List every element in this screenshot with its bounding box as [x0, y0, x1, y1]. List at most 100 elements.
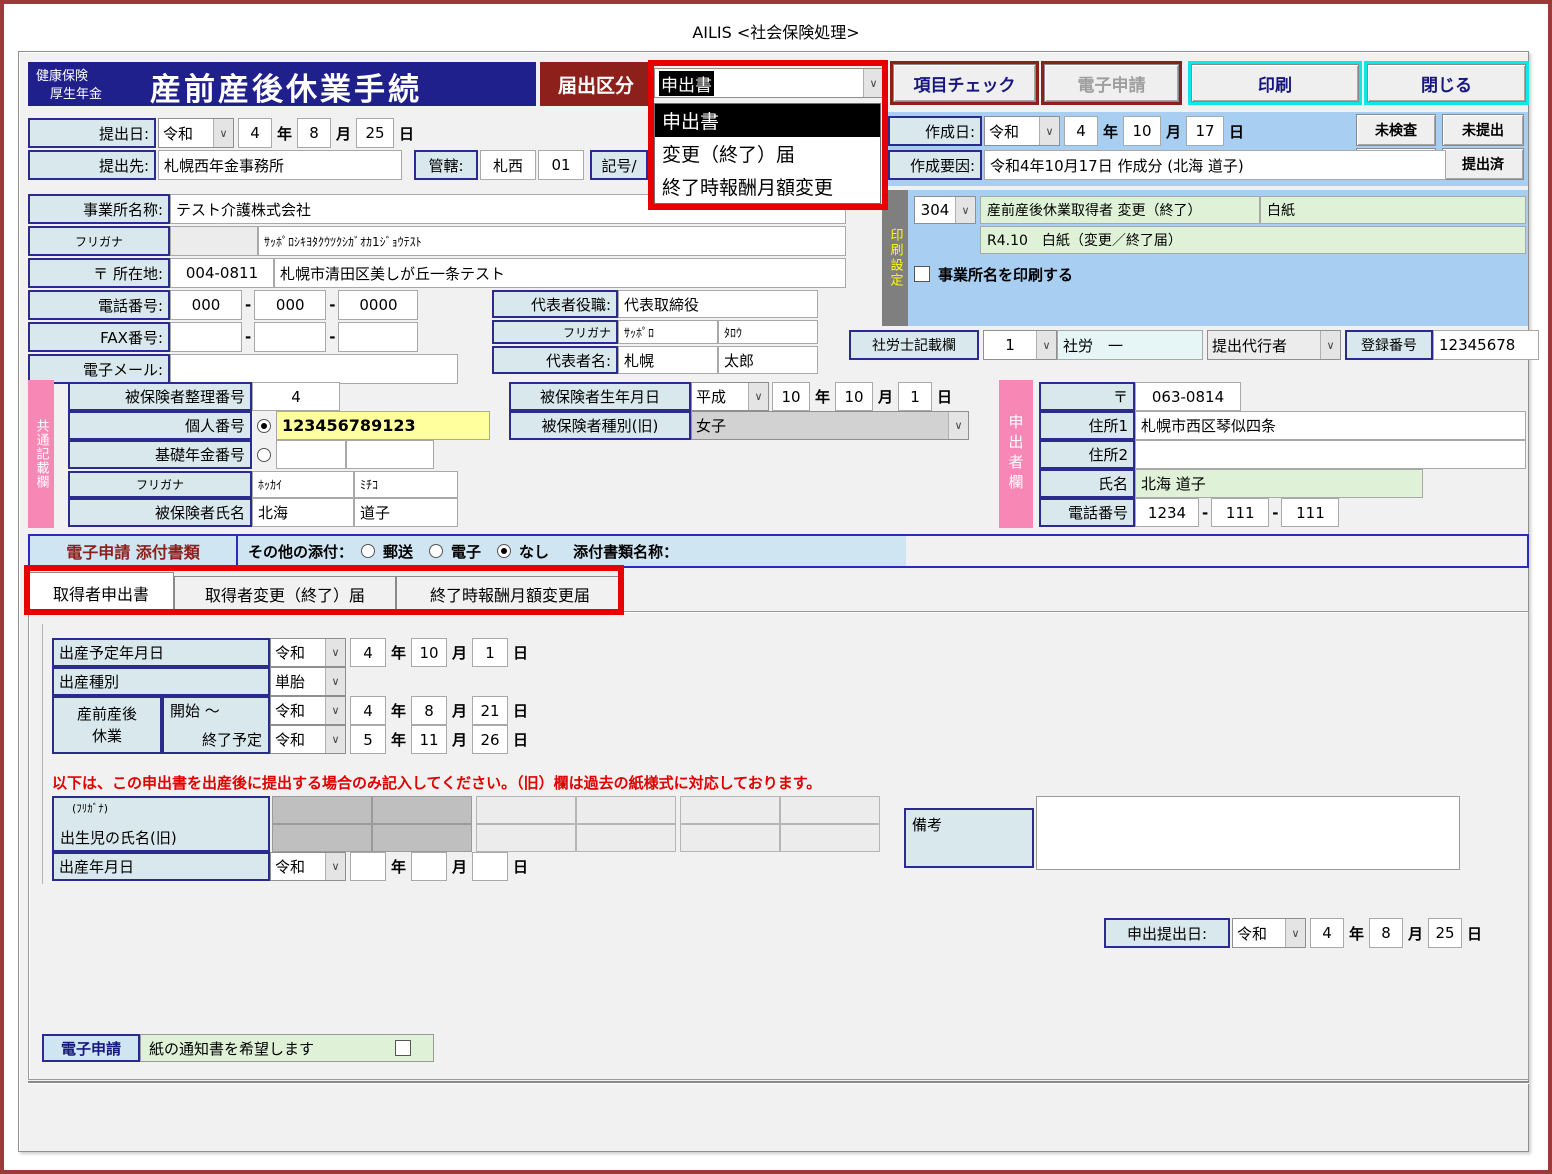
child-kana-cell[interactable] — [372, 796, 472, 824]
rep-kana-sei-input[interactable]: ｻｯﾎﾟﾛ — [618, 320, 718, 344]
rep-name-mei-input[interactable]: 太郎 — [718, 346, 818, 374]
rep-title-input[interactable]: 代表取締役 — [618, 290, 818, 318]
applicant-tel2-input[interactable]: 111 — [1211, 498, 1269, 527]
due-era-select[interactable]: 令和 ∨ — [270, 638, 346, 667]
chevron-down-icon[interactable]: ∨ — [325, 639, 345, 666]
child-kana-old-cell[interactable] — [780, 796, 880, 824]
birth-day-input[interactable]: 1 — [898, 382, 932, 411]
applicant-addr1-input[interactable]: 札幌市西区琴似四条 — [1135, 411, 1526, 440]
dropdown-option-shuuryouji[interactable]: 終了時報酬月額変更 — [655, 170, 880, 203]
chevron-down-icon[interactable]: ∨ — [1039, 117, 1059, 145]
leave-start-year-input[interactable]: 4 — [350, 696, 386, 725]
insured-name-mei-input[interactable]: 道子 — [354, 498, 458, 527]
sr-agent-select[interactable]: 提出代行者 ∨ — [1207, 330, 1341, 360]
status-submitted-button[interactable]: 提出済 — [1442, 148, 1524, 180]
leave-start-month-input[interactable]: 8 — [411, 696, 447, 725]
report-type-select[interactable]: 申出書 ∨ — [654, 68, 884, 98]
insured-kana-mei-input[interactable]: ﾐﾁｺ — [354, 471, 458, 498]
chevron-down-icon[interactable]: ∨ — [1036, 331, 1056, 359]
birth-type-select[interactable]: 単胎 ∨ — [270, 667, 346, 696]
chevron-down-icon[interactable]: ∨ — [863, 69, 883, 97]
due-year-input[interactable]: 4 — [350, 638, 386, 667]
chevron-down-icon[interactable]: ∨ — [1320, 331, 1340, 359]
attach-mail-radio[interactable] — [361, 544, 375, 558]
submission-day-input[interactable]: 25 — [356, 118, 394, 148]
employer-email-input[interactable] — [170, 354, 458, 384]
sr-number-select[interactable]: 1 ∨ — [983, 330, 1057, 360]
apply-submit-month-input[interactable]: 8 — [1369, 918, 1403, 948]
child-kana-cell[interactable] — [272, 796, 372, 824]
employer-tel1-input[interactable]: 000 — [170, 290, 242, 320]
jurisdiction-code-input[interactable]: 01 — [538, 150, 584, 180]
pension-no-input2[interactable] — [346, 440, 434, 469]
leave-start-day-input[interactable]: 21 — [472, 696, 508, 725]
dropdown-option-henkou[interactable]: 変更（終了）届 — [655, 137, 880, 170]
chevron-down-icon[interactable]: ∨ — [325, 697, 345, 724]
tab-henkou-todoke[interactable]: 取得者変更（終了）届 — [174, 576, 396, 612]
jurisdiction-office-input[interactable]: 札西 — [480, 150, 536, 180]
personal-no-input[interactable]: 123456789123 — [276, 411, 490, 440]
insured-name-sei-input[interactable]: 北海 — [252, 498, 354, 527]
child-kana-old-cell[interactable] — [576, 796, 676, 824]
chevron-down-icon[interactable]: ∨ — [325, 853, 345, 880]
delivery-era-select[interactable]: 令和 ∨ — [270, 852, 346, 881]
due-day-input[interactable]: 1 — [472, 638, 508, 667]
attach-none-radio[interactable] — [497, 544, 511, 558]
child-name-old-cell[interactable] — [680, 824, 780, 852]
employer-address-input[interactable]: 札幌市清田区美しが丘一条テスト — [274, 258, 846, 288]
attach-electronic-radio[interactable] — [429, 544, 443, 558]
chevron-down-icon[interactable]: ∨ — [948, 412, 968, 439]
creation-year-input[interactable]: 4 — [1064, 116, 1098, 146]
submission-era-select[interactable]: 令和 ∨ — [158, 118, 234, 148]
employer-fax3-input[interactable] — [338, 322, 418, 352]
rep-name-sei-input[interactable]: 札幌 — [618, 346, 718, 374]
print-button[interactable]: 印刷 — [1191, 64, 1359, 102]
creation-day-input[interactable]: 17 — [1186, 116, 1224, 146]
applicant-postal-input[interactable]: 063-0814 — [1135, 382, 1241, 411]
submission-dest-input[interactable]: 札幌西年金事務所 — [158, 150, 402, 180]
leave-end-year-input[interactable]: 5 — [350, 725, 386, 754]
status-unchecked-button[interactable]: 未検査 — [1356, 114, 1436, 146]
leave-end-day-input[interactable]: 26 — [472, 725, 508, 754]
insured-type-select[interactable]: 女子 ∨ — [691, 411, 969, 440]
birth-year-input[interactable]: 10 — [772, 382, 810, 411]
child-kana-old-cell[interactable] — [680, 796, 780, 824]
delivery-year-input[interactable] — [350, 852, 386, 881]
chevron-down-icon[interactable]: ∨ — [325, 726, 345, 753]
status-unsubmitted-button[interactable]: 未提出 — [1442, 114, 1524, 146]
personal-no-radio[interactable] — [257, 419, 271, 433]
delivery-day-input[interactable] — [472, 852, 508, 881]
child-name-old-cell[interactable] — [780, 824, 880, 852]
chevron-down-icon[interactable]: ∨ — [748, 383, 768, 410]
tab-hoshu-getsugaku[interactable]: 終了時報酬月額変更届 — [396, 576, 624, 612]
leave-start-era-select[interactable]: 令和 ∨ — [270, 696, 346, 725]
applicant-tel1-input[interactable]: 1234 — [1135, 498, 1199, 527]
child-name-cell[interactable] — [272, 824, 372, 852]
child-name-cell[interactable] — [372, 824, 472, 852]
leave-end-era-select[interactable]: 令和 ∨ — [270, 725, 346, 754]
employer-fax2-input[interactable] — [254, 322, 326, 352]
item-check-button[interactable]: 項目チェック — [893, 64, 1036, 102]
employer-fax1-input[interactable] — [170, 322, 242, 352]
insured-kana-sei-input[interactable]: ﾎｯｶｲ — [252, 471, 354, 498]
pension-no-input1[interactable] — [276, 440, 346, 469]
paper-notice-checkbox[interactable] — [395, 1040, 411, 1056]
child-kana-old-cell[interactable] — [476, 796, 576, 824]
close-button[interactable]: 閉じる — [1367, 64, 1526, 102]
dropdown-option-moushidesho[interactable]: 申出書 — [655, 104, 880, 137]
pension-no-radio[interactable] — [257, 448, 271, 462]
employer-tel3-input[interactable]: 0000 — [338, 290, 418, 320]
creation-era-select[interactable]: 令和 ∨ — [984, 116, 1060, 146]
applicant-tel3-input[interactable]: 111 — [1281, 498, 1339, 527]
rep-kana-mei-input[interactable]: ﾀﾛｳ — [718, 320, 818, 344]
apply-submit-year-input[interactable]: 4 — [1310, 918, 1344, 948]
sr-name-input[interactable]: 社労 一 — [1057, 330, 1203, 360]
creation-month-input[interactable]: 10 — [1123, 116, 1161, 146]
chevron-down-icon[interactable]: ∨ — [955, 197, 975, 223]
applicant-name-input[interactable]: 北海 道子 — [1135, 469, 1423, 498]
submission-month-input[interactable]: 8 — [297, 118, 331, 148]
due-month-input[interactable]: 10 — [411, 638, 447, 667]
birth-era-select[interactable]: 平成 ∨ — [691, 382, 769, 411]
employer-postal-input[interactable]: 004-0811 — [170, 258, 274, 288]
delivery-month-input[interactable] — [411, 852, 447, 881]
